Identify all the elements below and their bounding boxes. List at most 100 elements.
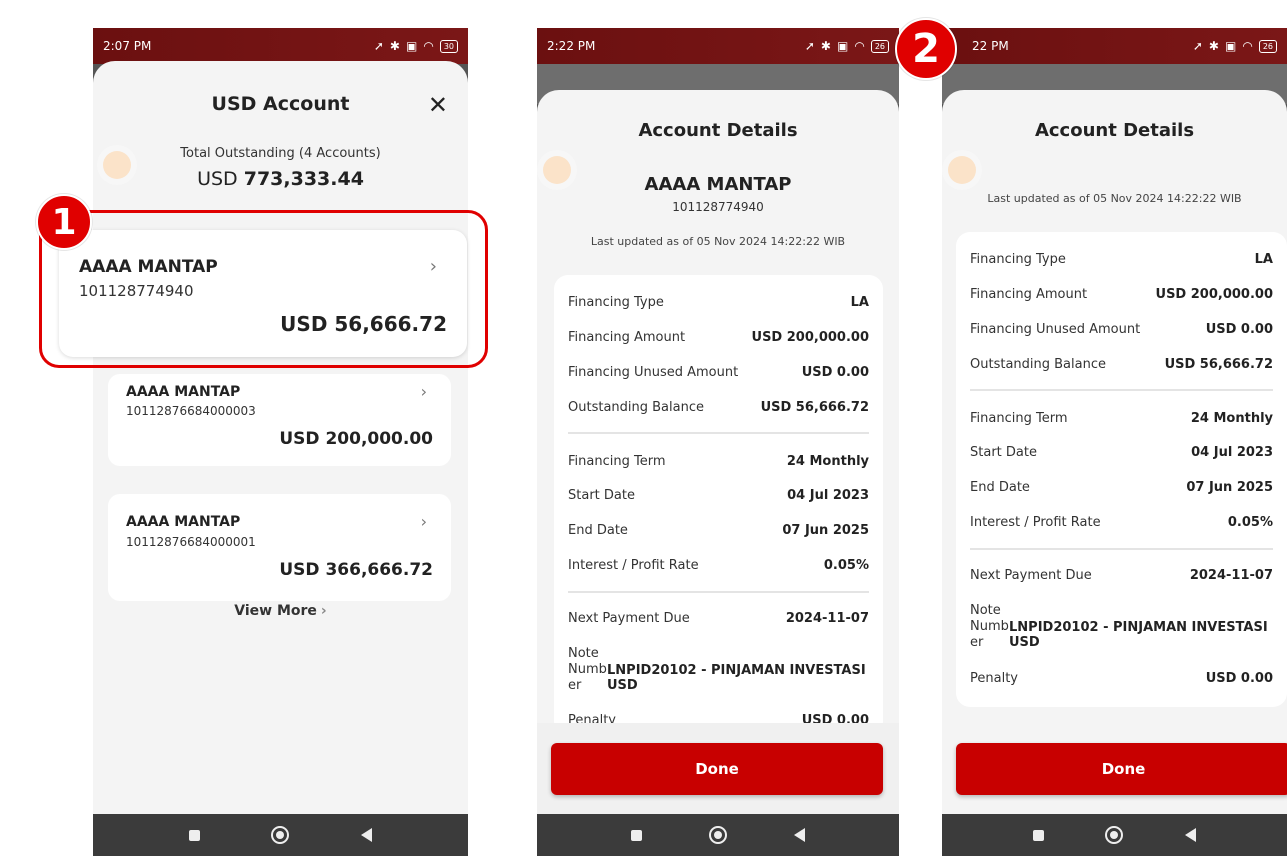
sheet-title: USD Account: [211, 93, 350, 115]
account-amount: USD 200,000.00: [279, 429, 433, 449]
total-outstanding-label: Total Outstanding (4 Accounts): [180, 146, 381, 161]
bottom-sheet: Account Details AAAA MANTAP 101128774940…: [537, 90, 899, 814]
info-icon: [948, 156, 976, 184]
nfc-icon: ▣: [836, 39, 849, 53]
last-updated: Last updated as of 05 Nov 2024 14:22:22 …: [987, 192, 1242, 205]
row-rate: Interest / Profit Rate 0.05%: [568, 558, 869, 573]
bottom-sheet: Account Details Last updated as of 05 No…: [942, 90, 1287, 814]
account-name: AAAA MANTAP: [126, 384, 241, 400]
row-financing-type: Financing Type LA: [568, 295, 869, 310]
phone-account-details-scrolled: 22 PM ➚ ✱ ▣ ◠ 26 Account Details Last up…: [942, 28, 1287, 856]
phone-account-details: 2:22 PM ➚ ✱ ▣ ◠ 26 Account Details AAAA …: [537, 28, 899, 856]
nav-square-icon[interactable]: [1032, 829, 1044, 841]
total-outstanding-value: USD 773,333.44: [197, 168, 364, 190]
row-rate: Interest / Profit Rate 0.05%: [970, 515, 1273, 530]
account-name: AAAA MANTAP: [126, 514, 241, 530]
note-value: LNPID20102 - PINJAMAN INVESTASI USD: [607, 663, 866, 693]
done-button[interactable]: Done: [956, 743, 1287, 795]
account-number: 101128774940: [79, 282, 194, 300]
account-name: AAAA MANTAP: [644, 174, 792, 195]
row-financing-term: Financing Term 24 Monthly: [970, 411, 1273, 426]
nav-square-icon[interactable]: [630, 829, 642, 841]
account-card[interactable]: AAAA MANTAP 10112876684000001 USD 366,66…: [108, 494, 451, 601]
row-outstanding-balance: Outstanding Balance USD 56,666.72: [568, 400, 869, 415]
step-badge-2: 2: [895, 18, 957, 80]
close-icon[interactable]: ✕: [428, 91, 448, 119]
row-penalty: Penalty USD 0.00: [970, 671, 1273, 686]
chevron-right-icon: ›: [420, 382, 427, 401]
note-label: Note Numb er: [568, 646, 607, 693]
row-end-date: End Date 07 Jun 2025: [568, 523, 869, 538]
account-card-highlighted[interactable]: AAAA MANTAP 101128774940 USD 56,666.72 ›: [59, 230, 467, 357]
account-number: 10112876684000001: [126, 535, 256, 549]
note-label: Note Numb er: [970, 603, 1009, 650]
status-bar: 22 PM ➚ ✱ ▣ ◠ 26: [942, 28, 1287, 64]
account-number: 10112876684000003: [126, 404, 256, 418]
system-nav-bar: [93, 814, 468, 856]
location-icon: ➚: [1192, 39, 1203, 53]
location-icon: ➚: [804, 39, 815, 53]
account-number: 101128774940: [672, 200, 764, 214]
details-card: Financing Type LA Financing Amount USD 200…: [554, 275, 883, 735]
row-start-date: Start Date 04 Jul 2023: [568, 488, 869, 503]
nfc-icon: ▣: [405, 39, 418, 53]
status-time: 2:07 PM: [103, 39, 152, 53]
nfc-icon: ▣: [1224, 39, 1237, 53]
row-next-payment: Next Payment Due 2024-11-07: [568, 611, 869, 626]
status-bar: 2:22 PM ➚ ✱ ▣ ◠ 26: [537, 28, 899, 64]
account-name: AAAA MANTAP: [79, 257, 218, 277]
chevron-right-icon: ›: [420, 512, 427, 531]
row-next-payment: Next Payment Due 2024-11-07: [970, 568, 1273, 583]
row-financing-amount: Financing Amount USD 200,000.00: [970, 287, 1273, 302]
nav-home-icon[interactable]: [271, 826, 290, 844]
row-start-date: Start Date 04 Jul 2023: [970, 445, 1273, 460]
bluetooth-icon: ✱: [1208, 39, 1219, 53]
step-badge-1: 1: [36, 194, 92, 250]
status-bar: 2:07 PM ➚ ✱ ▣ ◠ 30: [93, 28, 468, 64]
account-amount: USD 56,666.72: [280, 312, 447, 336]
wifi-icon: ◠: [1242, 39, 1253, 53]
system-nav-bar: [942, 814, 1287, 856]
battery-icon: 26: [870, 39, 889, 53]
last-updated: Last updated as of 05 Nov 2024 14:22:22 …: [590, 235, 846, 248]
nav-back-icon[interactable]: [1185, 828, 1197, 842]
details-card: Financing Type LA Financing Amount USD 200…: [956, 232, 1287, 707]
system-nav-bar: [537, 814, 899, 856]
bottom-sheet: USD Account ✕ Total Outstanding (4 Accou…: [93, 61, 468, 814]
row-financing-term: Financing Term 24 Monthly: [568, 454, 869, 469]
status-time: 2:22 PM: [547, 39, 596, 53]
divider: [970, 548, 1273, 550]
location-icon: ➚: [373, 39, 384, 53]
wifi-icon: ◠: [423, 39, 434, 53]
nav-back-icon[interactable]: [794, 828, 806, 842]
row-unused-amount: Financing Unused Amount USD 0.00: [970, 322, 1273, 337]
account-amount: USD 366,666.72: [279, 560, 433, 580]
status-time: 22 PM: [972, 39, 1009, 53]
wifi-icon: ◠: [854, 39, 865, 53]
row-financing-amount: Financing Amount USD 200,000.00: [568, 330, 869, 345]
divider: [568, 591, 869, 593]
row-outstanding-balance: Outstanding Balance USD 56,666.72: [970, 357, 1273, 372]
sheet-title: Account Details: [638, 120, 798, 141]
nav-home-icon[interactable]: [1105, 826, 1124, 844]
bluetooth-icon: ✱: [389, 39, 400, 53]
note-value: LNPID20102 - PINJAMAN INVESTASI USD: [1009, 620, 1268, 650]
row-end-date: End Date 07 Jun 2025: [970, 480, 1273, 495]
bluetooth-icon: ✱: [820, 39, 831, 53]
chevron-right-icon: ›: [320, 603, 327, 619]
row-unused-amount: Financing Unused Amount USD 0.00: [568, 365, 869, 380]
account-card[interactable]: AAAA MANTAP 10112876684000003 USD 200,00…: [108, 374, 451, 466]
nav-home-icon[interactable]: [708, 826, 727, 844]
chevron-right-icon: ›: [429, 256, 437, 277]
done-button[interactable]: Done: [551, 743, 883, 795]
row-financing-type: Financing Type LA: [970, 252, 1273, 267]
battery-icon: 30: [439, 39, 458, 53]
sheet-title: Account Details: [1034, 120, 1195, 141]
phone-usd-account: 2:07 PM ➚ ✱ ▣ ◠ 30 USD Account ✕ Total O…: [93, 28, 468, 856]
nav-back-icon[interactable]: [361, 828, 373, 842]
divider: [970, 389, 1273, 391]
divider: [568, 432, 869, 434]
view-more-link[interactable]: View More ›: [93, 603, 468, 619]
battery-icon: 26: [1258, 39, 1277, 53]
nav-square-icon[interactable]: [188, 829, 200, 841]
